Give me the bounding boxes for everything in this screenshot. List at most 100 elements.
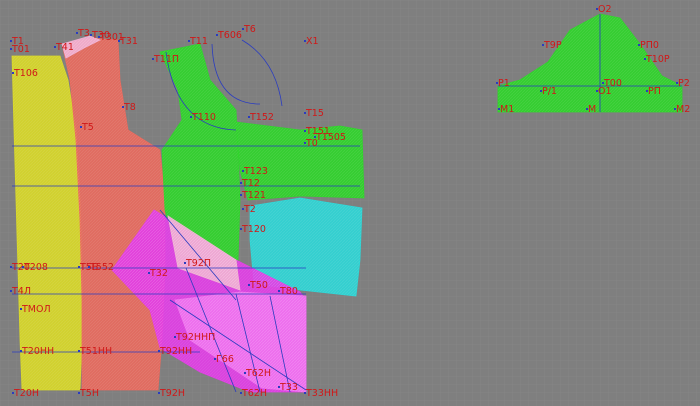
point-marker xyxy=(78,350,80,352)
point-marker xyxy=(20,350,22,352)
point-marker xyxy=(304,130,306,132)
point-marker xyxy=(278,290,280,292)
sleeve-label: Р/1 xyxy=(542,86,557,97)
point-marker xyxy=(12,72,14,74)
hatch-overlay xyxy=(12,56,82,390)
point-label: Т106 xyxy=(13,68,38,79)
point-label: Т50 xyxy=(249,280,268,291)
point-label: Т20Н xyxy=(13,388,39,399)
point-marker xyxy=(674,108,676,110)
point-marker xyxy=(10,290,12,292)
point-label: Т92Н xyxy=(159,388,185,399)
point-label: Т62Н xyxy=(245,368,271,379)
point-label: Т606 xyxy=(217,30,242,41)
point-marker xyxy=(248,284,250,286)
point-label: Т208 xyxy=(23,262,48,273)
sleeve-label: М2 xyxy=(676,104,690,115)
point-label: Т0 xyxy=(305,138,318,149)
point-marker xyxy=(216,34,218,36)
point-label: Т51НН xyxy=(79,346,112,357)
point-label: Т33 xyxy=(279,382,298,393)
point-marker xyxy=(152,58,154,60)
point-marker xyxy=(54,46,56,48)
point-label: Т92П xyxy=(185,258,211,269)
point-marker xyxy=(184,262,186,264)
point-label: Т31 xyxy=(119,36,138,47)
point-label: Т8 xyxy=(123,102,136,113)
point-marker xyxy=(596,8,598,10)
point-label: ТМОЛ xyxy=(21,304,51,315)
point-marker xyxy=(240,392,242,394)
point-marker xyxy=(314,136,316,138)
point-marker xyxy=(638,44,640,46)
point-label: Т121 xyxy=(241,190,266,201)
point-label: Т552 xyxy=(89,262,114,273)
point-marker xyxy=(214,358,216,360)
sleeve-label: Т00 xyxy=(603,78,622,89)
point-marker xyxy=(278,386,280,388)
point-label: Т1505 xyxy=(315,132,346,143)
point-marker xyxy=(248,116,250,118)
point-marker xyxy=(304,142,306,144)
point-marker xyxy=(158,392,160,394)
point-marker xyxy=(88,266,90,268)
point-marker xyxy=(158,350,160,352)
point-label: Т20НН xyxy=(21,346,54,357)
point-marker xyxy=(586,108,588,110)
point-label: Т41 xyxy=(55,42,74,53)
point-marker xyxy=(646,90,648,92)
sleeve-label: О2 xyxy=(598,4,612,15)
point-marker xyxy=(542,44,544,46)
point-marker xyxy=(22,266,24,268)
point-marker xyxy=(118,40,120,42)
point-marker xyxy=(80,126,82,128)
point-label: Т110 xyxy=(191,112,216,123)
point-marker xyxy=(242,170,244,172)
point-marker xyxy=(20,308,22,310)
sleeve-label: Р2 xyxy=(678,78,690,89)
point-label: Т4Л xyxy=(11,286,31,297)
point-marker xyxy=(174,336,176,338)
point-marker xyxy=(240,228,242,230)
point-label: Т6 xyxy=(243,24,256,35)
point-label: Г66 xyxy=(216,354,234,365)
sleeve-label: Т10Р xyxy=(645,54,670,65)
point-marker xyxy=(498,108,500,110)
point-label: Т11П xyxy=(153,54,179,65)
point-label: Т15 xyxy=(305,108,324,119)
sleeve-label: РП0 xyxy=(640,40,659,51)
point-marker xyxy=(240,194,242,196)
point-label: Т2 xyxy=(243,204,256,215)
point-marker xyxy=(188,40,190,42)
point-label: Т5 xyxy=(81,122,94,133)
sleeve-label: Р1 xyxy=(498,78,510,89)
point-label: Т32 xyxy=(149,268,168,279)
point-marker xyxy=(78,266,80,268)
point-label: Т92ННП xyxy=(175,332,215,343)
point-label: Х1 xyxy=(306,36,319,47)
point-label: Т152 xyxy=(249,112,274,123)
point-marker xyxy=(602,82,604,84)
point-marker xyxy=(242,208,244,210)
point-label: Т123 xyxy=(243,166,268,177)
point-marker xyxy=(496,82,498,84)
pattern-canvas[interactable]: Т1 Т01 Т106 Т3 Т30 Т301 Т31 Т41 Т6 Т606 … xyxy=(0,0,700,406)
point-marker xyxy=(676,82,678,84)
point-label: Т120 xyxy=(241,224,266,235)
sleeve-label: М xyxy=(588,104,596,115)
point-marker xyxy=(240,182,242,184)
point-marker xyxy=(98,36,100,38)
sleeve-label: М1 xyxy=(500,104,514,115)
point-marker xyxy=(10,40,12,42)
point-marker xyxy=(644,58,646,60)
point-label: Т80 xyxy=(279,286,298,297)
point-marker xyxy=(244,372,246,374)
sleeve-label: РП xyxy=(648,86,661,97)
point-marker xyxy=(122,106,124,108)
point-marker xyxy=(304,40,306,42)
point-marker xyxy=(540,90,542,92)
point-label: Т01 xyxy=(11,44,30,55)
point-marker xyxy=(10,266,12,268)
point-marker xyxy=(12,392,14,394)
point-label: Т92НН xyxy=(159,346,192,357)
